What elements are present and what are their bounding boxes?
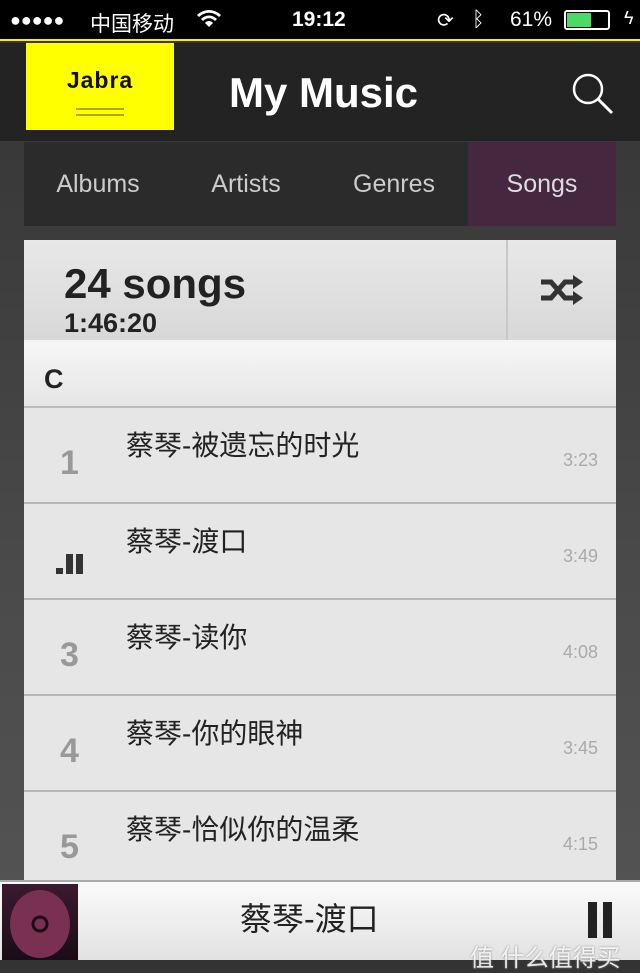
search-icon[interactable] [570,71,614,115]
song-count: 24 songs [64,260,247,307]
tab-genres[interactable]: Genres [320,142,468,226]
jabra-logo[interactable]: Jabra [26,43,174,130]
rotation-lock-icon: ⟳ [437,10,454,32]
tab-albums[interactable]: Albums [24,142,172,226]
shuffle-button[interactable] [506,240,616,340]
bluetooth-icon: ᛒ [472,8,485,31]
shuffle-icon [541,275,583,305]
watermark: 值 什么值得买 [470,945,621,972]
song-duration: 4:15 [562,834,598,854]
battery-percent: 61% [510,8,553,31]
song-title: 蔡琴-渡口 [126,526,248,557]
album-art [2,884,78,960]
status-bar: ●●●●● 中国移动 19:12 ⟳ ᛒ 61% ϟ [0,0,640,41]
song-title: 蔡琴-恰似你的温柔 [126,814,360,845]
songs-summary: 24 songs 1:46:20 [24,240,616,342]
song-row[interactable]: 1 蔡琴-被遗忘的时光 3:23 [24,408,616,504]
song-duration: 3:49 [562,546,598,566]
song-duration: 4:08 [562,642,598,662]
disc-icon [10,890,70,958]
app-header: Jabra My Music [0,43,640,141]
song-title: 蔡琴-读你 [126,622,248,653]
pause-button[interactable] [588,902,612,938]
section-header: C [24,342,616,408]
song-row[interactable]: 5 蔡琴-恰似你的温柔 4:15 [24,792,616,888]
tab-bar: Albums Artists Genres Songs [24,142,616,226]
menu-icon [76,108,124,116]
track-number: 3 [60,636,79,674]
song-duration: 3:45 [562,738,598,758]
song-list: 24 songs 1:46:20 C 1 蔡琴-被遗忘的时光 3:23 蔡琴-渡口 3:… [24,240,616,888]
tab-artists[interactable]: Artists [172,142,320,226]
song-duration: 3:23 [562,450,598,470]
clock: 19:12 [292,8,346,31]
wifi-icon [196,8,222,34]
charging-icon: ϟ [624,8,634,28]
track-number: 5 [60,828,79,866]
song-row[interactable]: 4 蔡琴-你的眼神 3:45 [24,696,616,792]
now-playing-icon [56,552,83,574]
now-playing-title: 蔡琴-渡口 [240,901,379,937]
track-number: 1 [60,444,79,482]
song-title: 蔡琴-你的眼神 [126,718,304,749]
signal-strength: ●●●●● [10,10,65,30]
song-row[interactable]: 蔡琴-渡口 3:49 [24,504,616,600]
carrier: 中国移动 [90,13,174,36]
page-title: My Music [229,69,419,116]
battery-icon [564,10,610,30]
tab-songs[interactable]: Songs [468,142,616,226]
song-title: 蔡琴-被遗忘的时光 [126,430,360,461]
total-duration: 1:46:20 [64,308,158,338]
song-row[interactable]: 3 蔡琴-读你 4:08 [24,600,616,696]
now-playing-bar[interactable]: 蔡琴-渡口 值 什么值得买 [0,880,640,972]
track-number: 4 [60,732,79,770]
